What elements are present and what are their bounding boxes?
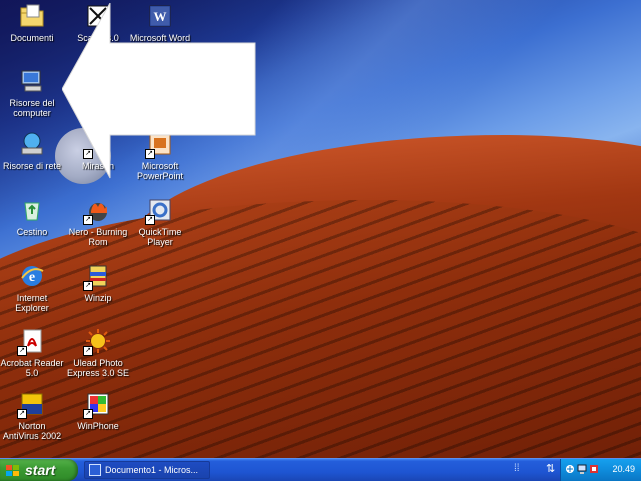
norton-icon: ↗ — [17, 391, 45, 419]
monitor-tray-icon[interactable] — [577, 464, 587, 474]
sync-icon[interactable]: ⇅ — [546, 462, 555, 475]
pointer-arrow-overlay — [62, 3, 256, 179]
clock[interactable]: 20.49 — [612, 464, 635, 474]
shortcut-arrow-icon: ↗ — [145, 215, 155, 225]
shortcut-arrow-icon: ↗ — [17, 409, 27, 419]
folder-icon — [19, 3, 45, 29]
shortcut-arrow-icon: ↗ — [17, 346, 27, 356]
word-doc-icon — [89, 464, 101, 476]
ie-icon: e — [19, 263, 45, 289]
shortcut-arrow-icon: ↗ — [83, 281, 93, 291]
shortcut-arrow-icon: ↗ — [83, 346, 93, 356]
desktop-icon-winphone[interactable]: ↗ WinPhone — [60, 391, 136, 453]
acrobat-icon: ↗ — [17, 328, 45, 356]
svg-text:e: e — [29, 270, 35, 285]
desktop-icon-quicktime[interactable]: ↗ QuickTime Player — [122, 197, 198, 259]
ulead-icon: ↗ — [83, 328, 111, 356]
recycle-bin-icon — [19, 197, 45, 223]
nero-icon: ↗ — [83, 197, 111, 225]
shortcut-arrow-icon: ↗ — [83, 215, 93, 225]
windows-logo-icon — [6, 464, 20, 476]
desktop-icon-ulead[interactable]: ↗ Ulead Photo Express 3.0 SE — [60, 328, 136, 390]
system-tray: 20.49 — [560, 459, 641, 481]
taskbar-item-word-document[interactable]: Documento1 - Micros... — [84, 461, 210, 479]
taskbar: start Documento1 - Micros... ⁞⁞ ⇅ 20.49 — [0, 458, 641, 481]
winphone-icon: ↗ — [83, 391, 111, 419]
quicktime-icon: ↗ — [145, 197, 173, 225]
desktop-icon-winzip[interactable]: ↗ Winzip — [60, 263, 136, 325]
network-icon — [19, 131, 45, 157]
desktop-icon-risorse-computer[interactable]: Risorse del computer — [0, 68, 70, 130]
start-button[interactable]: start — [0, 459, 78, 481]
desktop: Documenti Risorse del computer Risorse d… — [0, 0, 641, 458]
computer-icon — [19, 68, 45, 94]
winzip-icon: ↗ — [83, 263, 111, 291]
shortcut-arrow-icon: ↗ — [83, 409, 93, 419]
network-tray-icon[interactable] — [565, 464, 575, 474]
toolbar-grip-icon[interactable]: ⁞⁞ — [514, 463, 520, 474]
security-tray-icon[interactable] — [589, 464, 599, 474]
